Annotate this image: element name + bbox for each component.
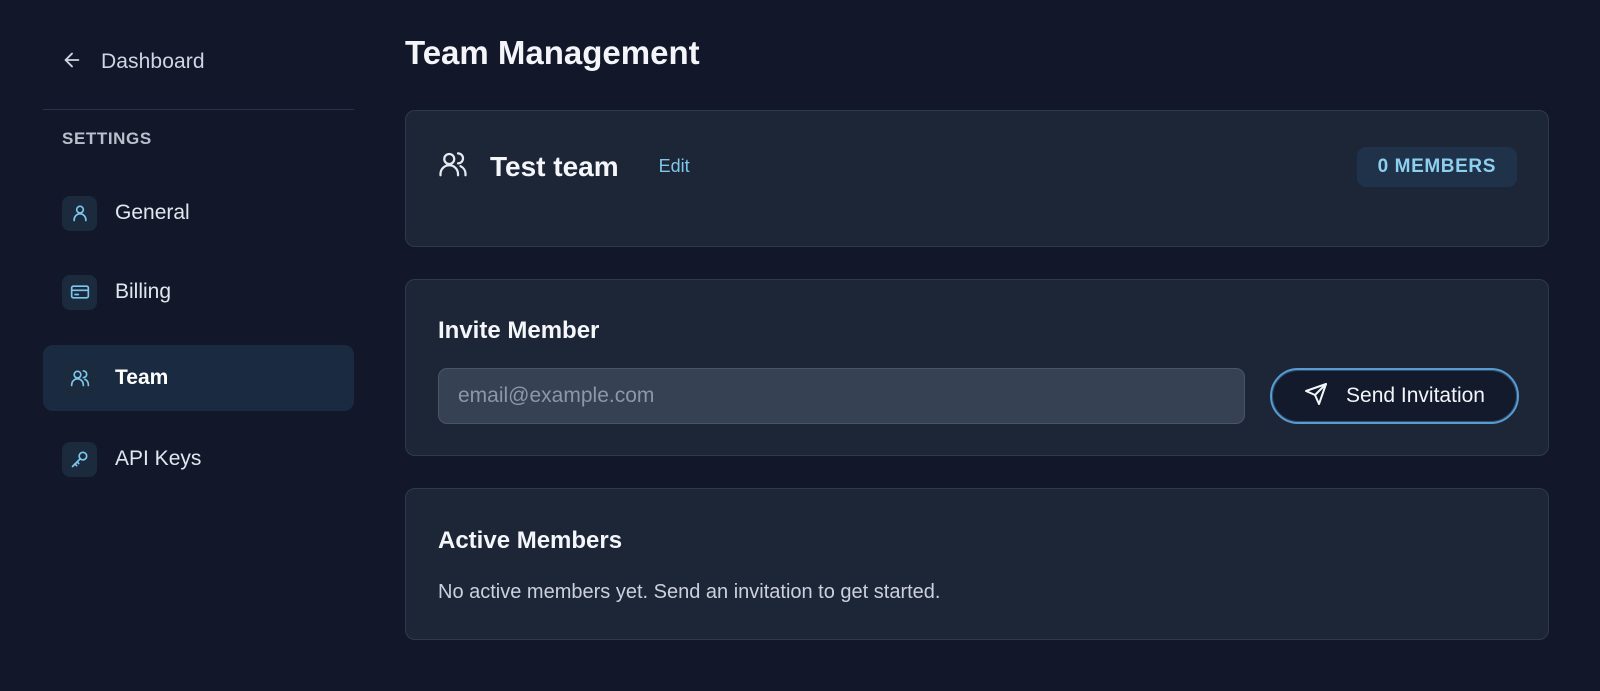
- invite-member-card: Invite Member Send Invitation: [405, 279, 1549, 456]
- send-invitation-label: Send Invitation: [1346, 384, 1485, 407]
- sidebar-item-team[interactable]: Team: [43, 345, 354, 411]
- sidebar-item-label: Team: [115, 366, 169, 389]
- team-header: Test team Edit: [438, 149, 690, 184]
- sidebar-divider: [43, 109, 354, 110]
- invite-member-title: Invite Member: [438, 317, 600, 344]
- empty-members-message: No active members yet. Send an invitatio…: [438, 581, 941, 603]
- sidebar: Dashboard SETTINGS General Billing Team …: [43, 0, 354, 691]
- active-members-card: Active Members No active members yet. Se…: [405, 488, 1549, 640]
- send-icon: [1304, 382, 1328, 411]
- sidebar-section-heading: SETTINGS: [62, 129, 152, 148]
- arrow-left-icon: [61, 49, 83, 76]
- send-invitation-button[interactable]: Send Invitation: [1270, 368, 1519, 424]
- back-to-dashboard-link[interactable]: Dashboard: [61, 44, 205, 80]
- sidebar-item-api-keys[interactable]: API Keys: [43, 426, 354, 492]
- team-card: Test team Edit 0 MEMBERS: [405, 110, 1549, 247]
- active-members-title: Active Members: [438, 527, 623, 554]
- sidebar-item-general[interactable]: General: [43, 180, 354, 246]
- sidebar-item-label: API Keys: [115, 447, 202, 470]
- credit-card-icon: [62, 274, 97, 310]
- sidebar-item-label: General: [115, 201, 190, 224]
- member-count-badge: 0 MEMBERS: [1356, 147, 1517, 187]
- sidebar-item-billing[interactable]: Billing: [43, 259, 354, 325]
- team-name: Test team: [490, 150, 619, 182]
- user-icon: [62, 195, 97, 231]
- sidebar-item-label: Billing: [115, 280, 172, 303]
- key-icon: [62, 441, 97, 477]
- invite-email-input[interactable]: [438, 368, 1245, 424]
- users-icon: [62, 360, 97, 396]
- page-title: Team Management: [405, 34, 700, 71]
- back-link-label: Dashboard: [101, 50, 205, 73]
- users-icon: [438, 149, 468, 184]
- edit-team-link[interactable]: Edit: [659, 156, 690, 177]
